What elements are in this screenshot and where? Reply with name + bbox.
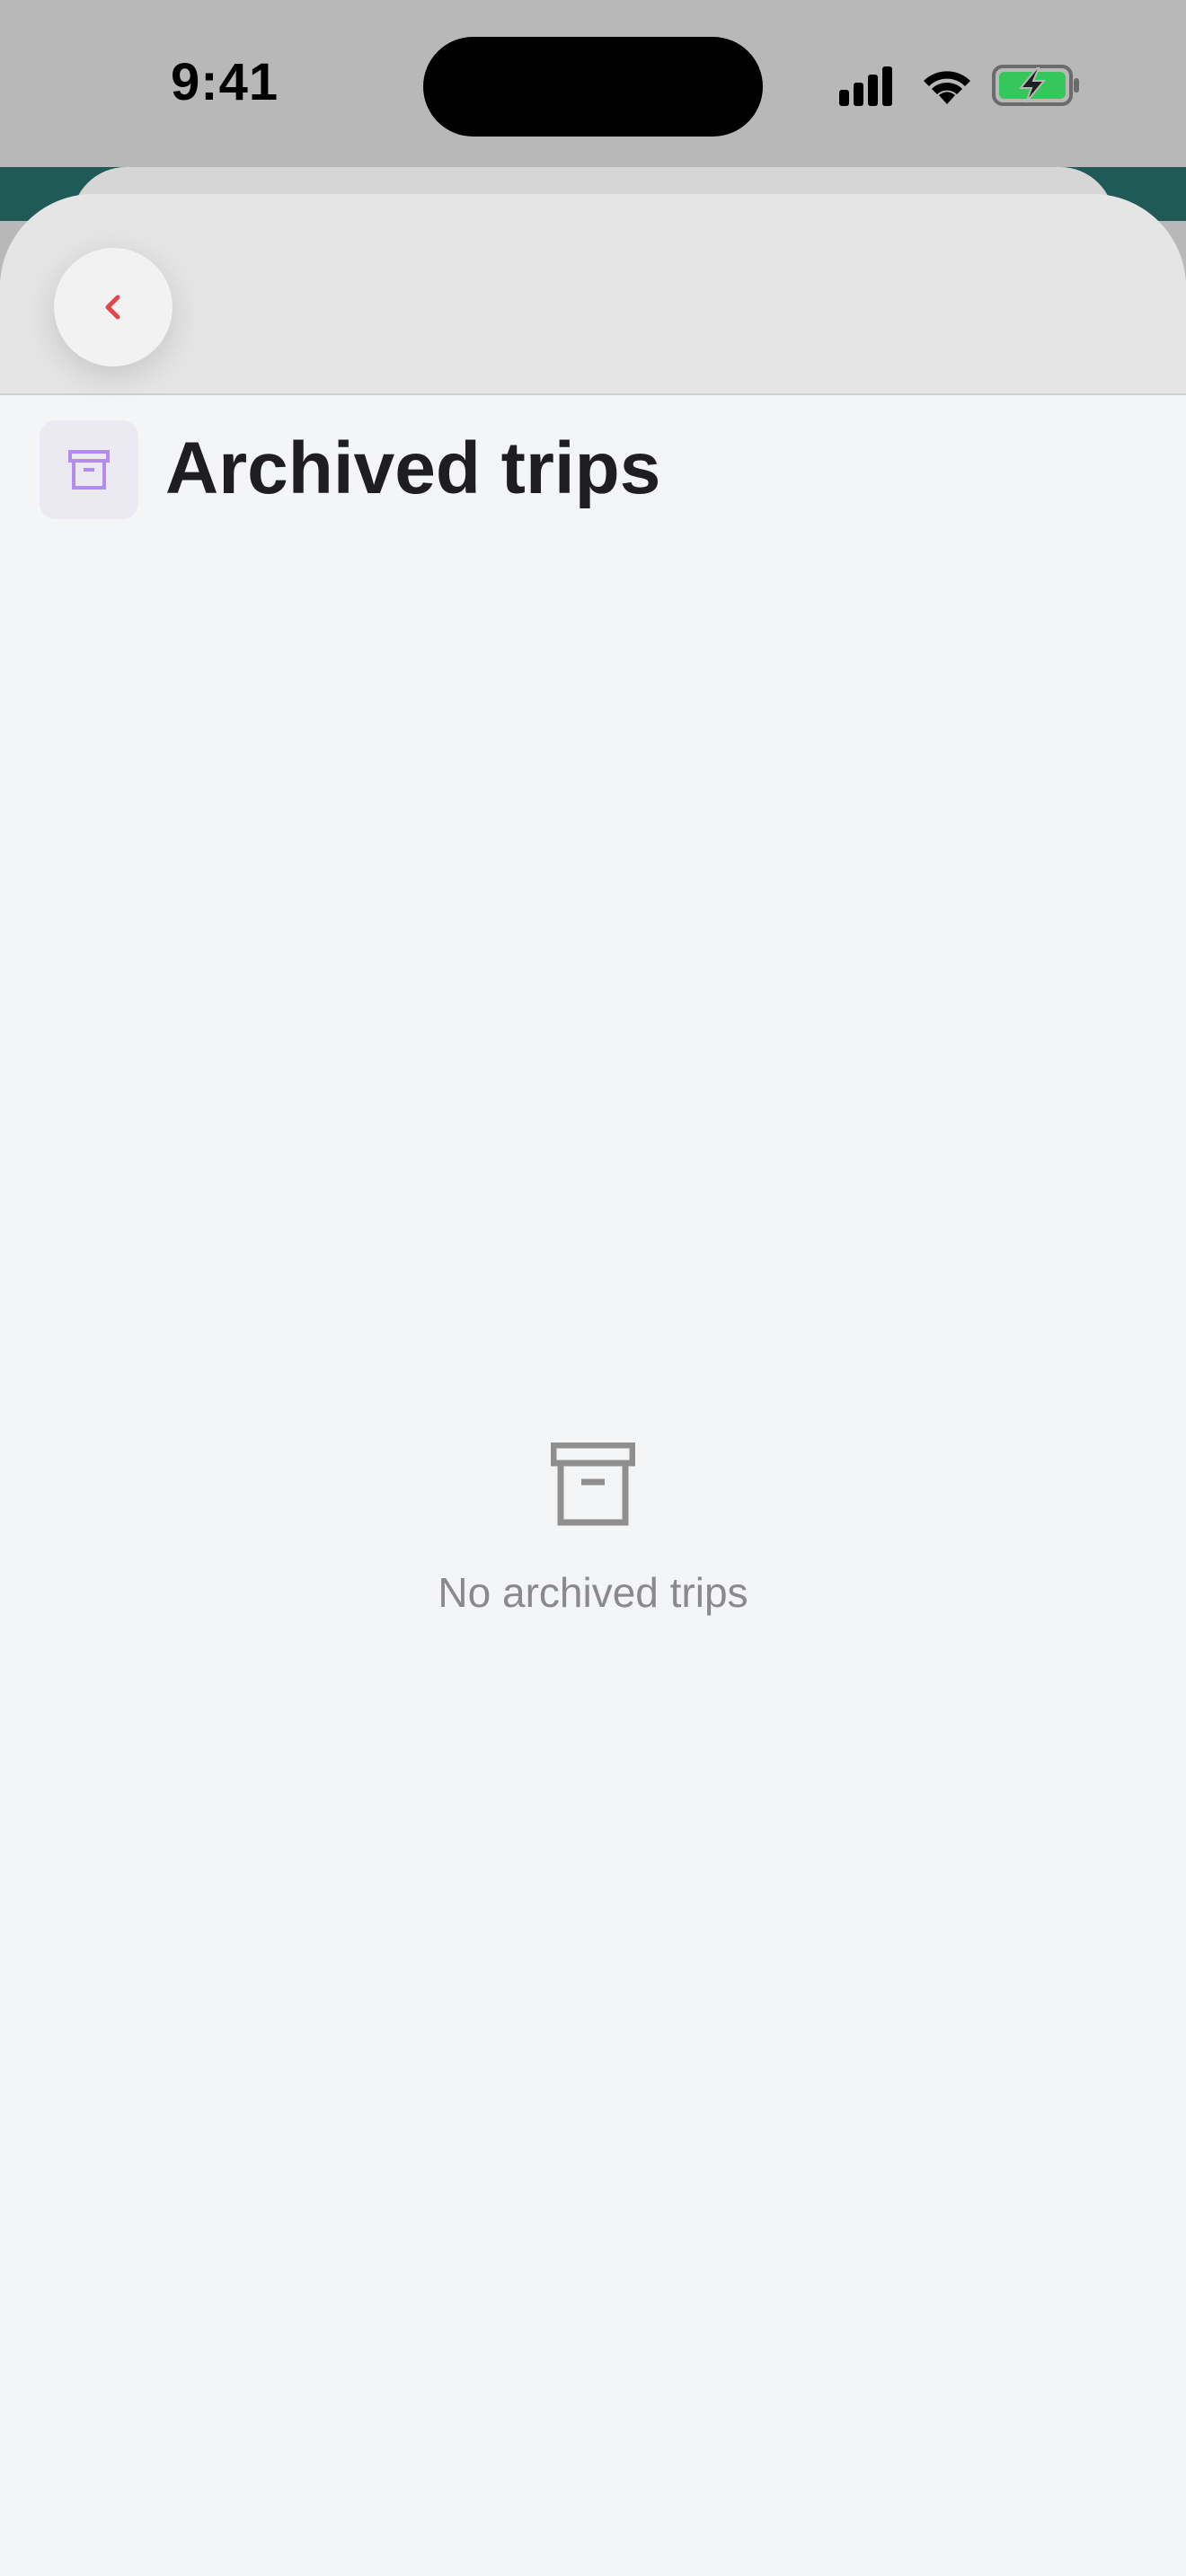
- title-row: Archived trips: [40, 420, 1118, 519]
- wifi-icon: [924, 71, 970, 104]
- chevron-left-icon: [105, 295, 120, 320]
- sheet-header: [0, 194, 1186, 395]
- status-time: 9:41: [171, 53, 279, 111]
- empty-state-message: No archived trips: [438, 1569, 748, 1616]
- empty-state: No archived trips: [323, 1442, 863, 1676]
- archive-box-icon: [551, 1442, 635, 1526]
- archive-box-icon: [68, 450, 110, 490]
- status-icons: [839, 65, 1079, 106]
- archived-trips-sheet: Archived trips No archived trips: [0, 194, 1186, 2576]
- page-title: Archived trips: [165, 428, 661, 509]
- back-button[interactable]: [54, 248, 173, 366]
- status-bar: 9:41: [0, 0, 1186, 167]
- title-icon-box: [40, 420, 138, 519]
- battery-charging-icon: [992, 65, 1079, 106]
- dynamic-island: [423, 37, 763, 137]
- cellular-signal-icon: [839, 66, 892, 106]
